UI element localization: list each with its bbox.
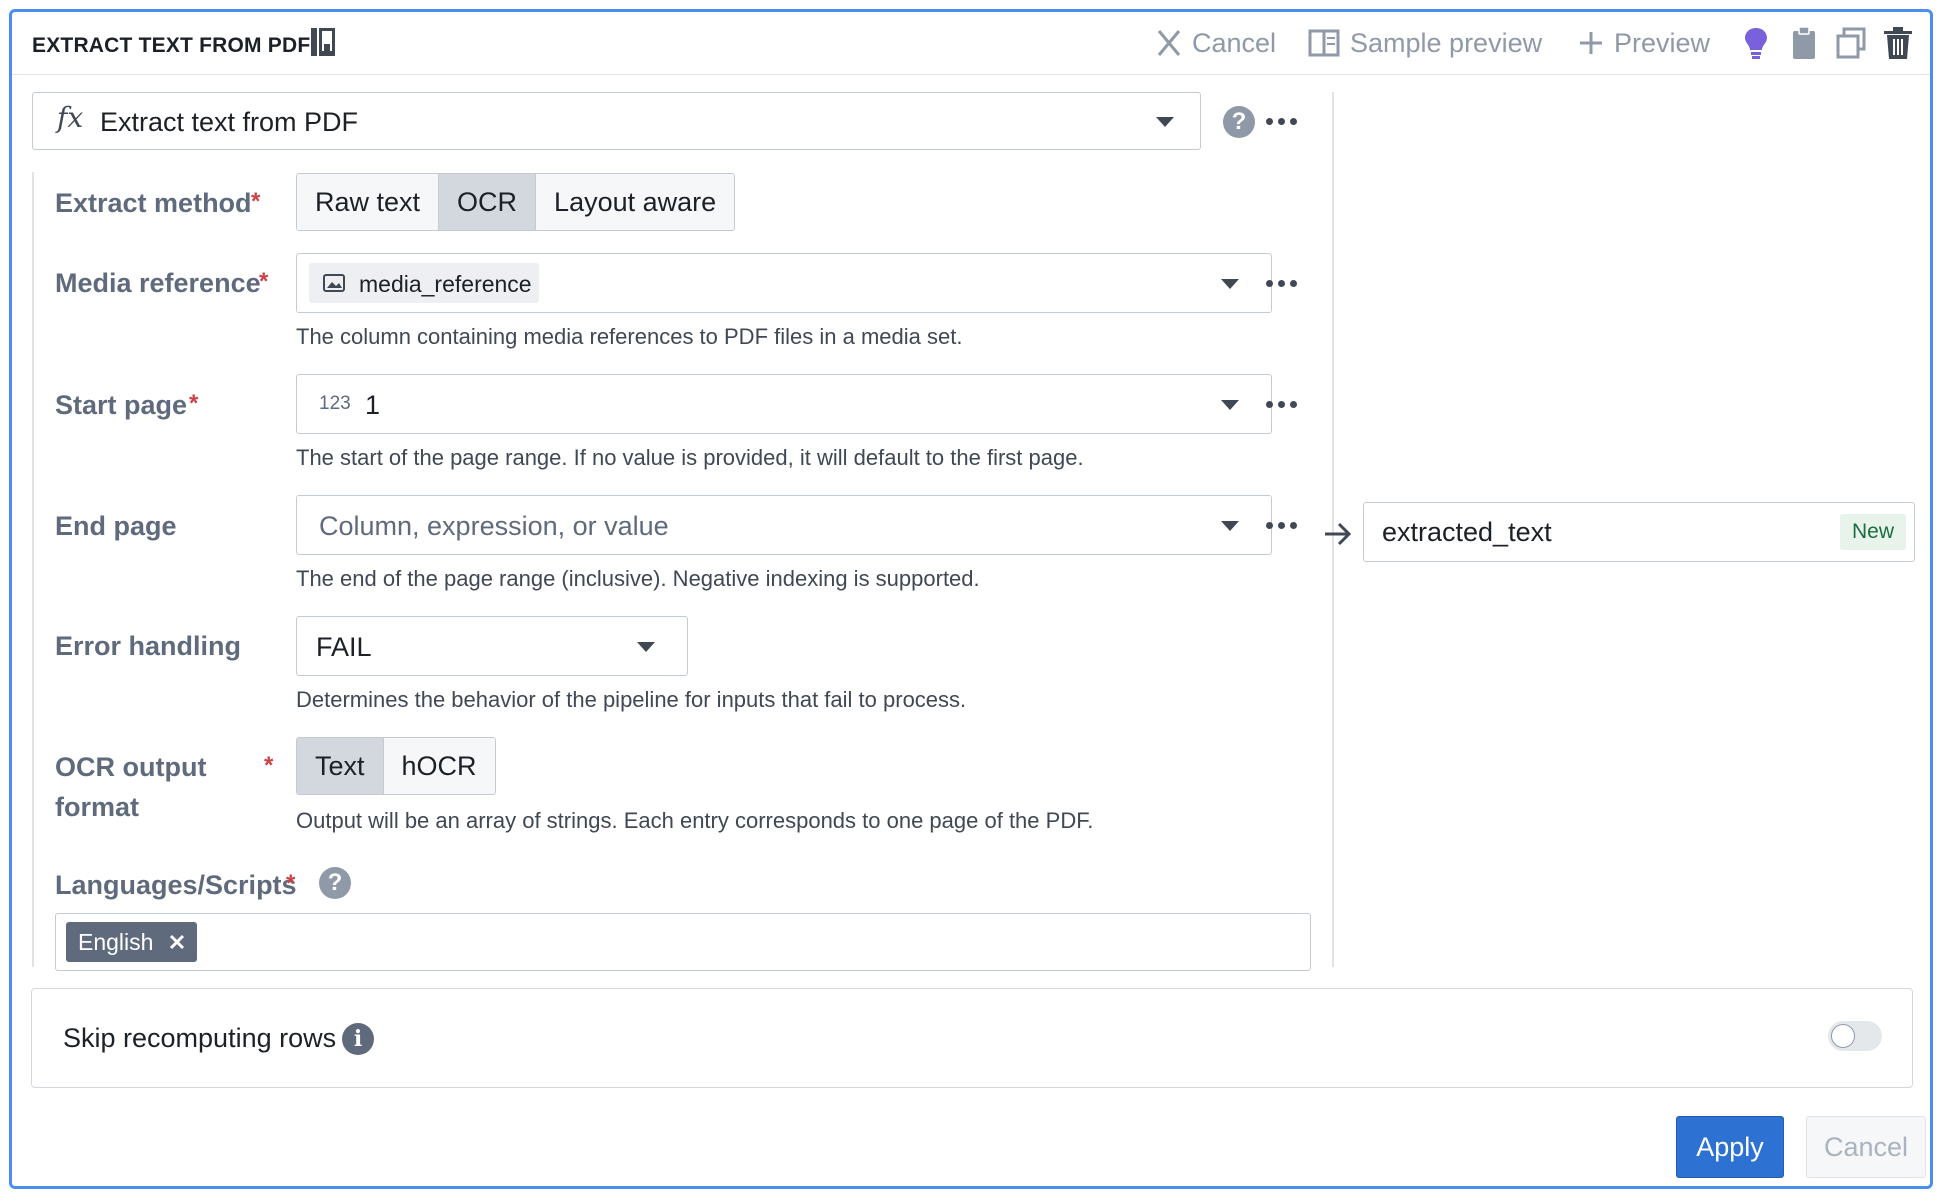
apply-button[interactable]: Apply [1676, 1116, 1784, 1178]
ocr-format-segmented-control: Text hOCR [296, 737, 496, 795]
function-name: Extract text from PDF [100, 107, 359, 137]
sample-preview-label: Sample preview [1350, 27, 1543, 58]
media-reference-label: Media reference [55, 268, 261, 298]
start-page-help: The start of the page range. If no value… [296, 445, 1084, 470]
required-marker: * [259, 268, 269, 295]
languages-tag-input[interactable]: English [55, 913, 1311, 971]
end-page-placeholder: Column, expression, or value [319, 511, 669, 541]
error-handling-select[interactable]: FAIL [296, 616, 688, 676]
required-marker: * [264, 752, 274, 779]
book-icon [311, 28, 335, 56]
clipboard-icon[interactable] [1788, 26, 1820, 60]
skip-recomputing-section: Skip recomputing rows i [31, 988, 1913, 1088]
more-options-icon[interactable] [1266, 280, 1297, 287]
output-column-input[interactable]: extracted_text New [1363, 502, 1915, 562]
extract-method-ocr[interactable]: OCR [439, 174, 537, 230]
media-reference-value: media_reference [359, 271, 532, 297]
transform-panel: EXTRACT TEXT FROM PDF Cancel Sample prev… [9, 9, 1933, 1189]
ocr-output-format-label: OCR output [55, 752, 207, 782]
media-reference-help: The column containing media references t… [296, 324, 963, 349]
end-page-label: End page [55, 511, 177, 541]
extract-method-raw-text[interactable]: Raw text [297, 174, 440, 230]
required-marker: * [189, 390, 199, 417]
chevron-down-icon [1221, 279, 1239, 289]
cancel-button[interactable]: Cancel [1806, 1116, 1926, 1178]
function-select[interactable]: fx Extract text from PDF [32, 92, 1201, 150]
header-cancel-label: Cancel [1192, 27, 1277, 58]
required-marker: * [251, 188, 261, 215]
required-marker: * [286, 870, 296, 897]
start-page-select[interactable]: 123 1 [296, 374, 1272, 434]
args-border [32, 172, 34, 967]
start-page-label: Start page [55, 390, 188, 420]
trash-icon[interactable] [1882, 26, 1914, 60]
lightbulb-icon[interactable] [1740, 26, 1772, 60]
error-handling-help: Determines the behavior of the pipeline … [296, 687, 967, 712]
chevron-down-icon [637, 642, 655, 652]
more-options-icon[interactable] [1266, 118, 1297, 125]
ocr-format-text[interactable]: Text [297, 738, 384, 794]
plus-icon [1580, 32, 1602, 54]
preview-button[interactable]: Preview [1578, 26, 1710, 60]
skip-recomputing-label: Skip recomputing rows [63, 1023, 337, 1053]
panel-header: EXTRACT TEXT FROM PDF Cancel Sample prev… [12, 12, 1930, 75]
ocr-output-format-label-cont: format [55, 792, 140, 822]
close-icon [1157, 30, 1181, 56]
more-options-icon[interactable] [1266, 522, 1297, 529]
skip-recomputing-toggle[interactable] [1828, 1021, 1882, 1051]
chevron-down-icon [1221, 400, 1239, 410]
function-icon: fx [57, 101, 84, 134]
number-type-icon: 123 [319, 393, 351, 414]
remove-tag-icon[interactable] [169, 934, 185, 950]
arrow-right-icon [1325, 522, 1352, 546]
extract-method-segmented-control: Raw text OCR Layout aware [296, 173, 736, 231]
duplicate-icon[interactable] [1835, 26, 1867, 60]
help-icon[interactable]: ? [1223, 106, 1255, 138]
error-handling-label: Error handling [55, 631, 242, 661]
output-column-name: extracted_text [1382, 517, 1552, 547]
new-badge: New [1839, 514, 1906, 550]
image-icon [323, 274, 345, 292]
end-page-help: The end of the page range (inclusive). N… [296, 566, 980, 591]
start-page-value: 1 [365, 390, 381, 420]
panel-split-icon [1308, 29, 1340, 57]
more-options-icon[interactable] [1266, 401, 1297, 408]
extract-method-label: Extract method [55, 188, 252, 218]
error-handling-value: FAIL [316, 632, 372, 662]
extract-method-layout-aware[interactable]: Layout aware [536, 174, 735, 230]
chevron-down-icon [1221, 521, 1239, 531]
panel-title: EXTRACT TEXT FROM PDF [32, 34, 311, 57]
ocr-format-hocr[interactable]: hOCR [383, 738, 495, 794]
ocr-output-format-help: Output will be an array of strings. Each… [296, 808, 1094, 833]
media-reference-select[interactable]: media_reference [296, 253, 1272, 313]
info-icon[interactable]: i [342, 1023, 374, 1055]
column-chip: media_reference [309, 263, 539, 303]
languages-label: Languages/Scripts [55, 870, 297, 900]
header-cancel-button[interactable]: Cancel [1156, 26, 1276, 60]
preview-label: Preview [1614, 27, 1711, 58]
help-icon[interactable]: ? [319, 867, 351, 899]
end-page-select[interactable]: Column, expression, or value [296, 495, 1272, 555]
sample-preview-button[interactable]: Sample preview [1308, 26, 1542, 60]
language-tag: English [66, 922, 198, 962]
language-tag-label: English [78, 928, 154, 955]
chevron-down-icon [1156, 117, 1174, 127]
